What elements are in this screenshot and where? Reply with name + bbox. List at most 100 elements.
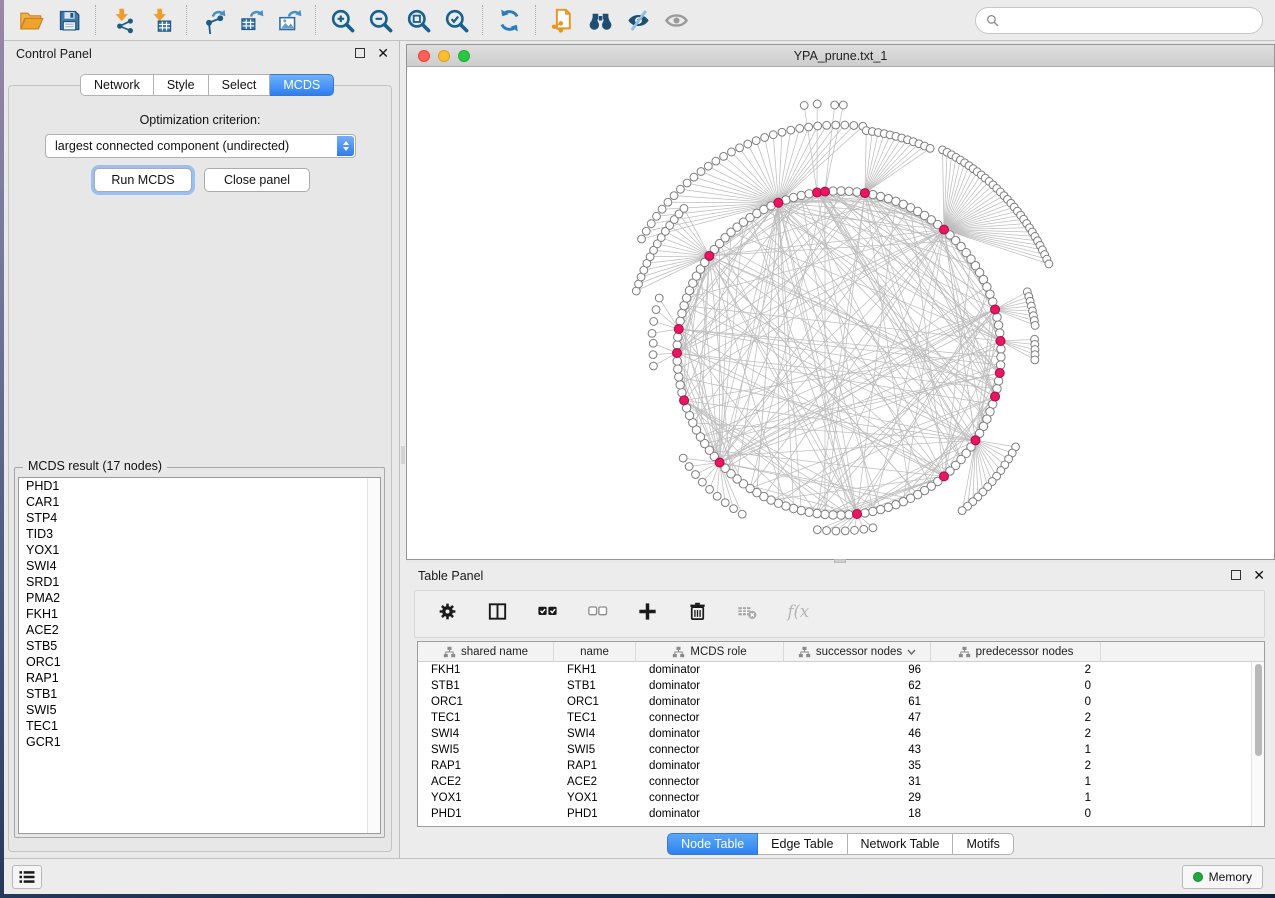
mcds-node-item[interactable]: PHD1 <box>19 478 380 494</box>
show-hidden-icon <box>663 7 690 34</box>
float-table-panel-icon[interactable] <box>1231 570 1241 580</box>
tab-edge-table[interactable]: Edge Table <box>758 833 847 855</box>
table-settings-button[interactable] <box>436 600 459 628</box>
table-scrollbar-thumb[interactable] <box>1255 664 1262 756</box>
table-row[interactable]: TEC1TEC1connector472 <box>418 710 1264 726</box>
network-graph[interactable] <box>407 67 1272 560</box>
mcds-node-item[interactable]: ORC1 <box>19 654 380 670</box>
tab-mcds[interactable]: MCDS <box>270 74 334 96</box>
delete-column-button[interactable] <box>686 600 709 628</box>
column-header-predecessor-nodes[interactable]: predecessor nodes <box>931 642 1101 662</box>
deselect-all-button[interactable] <box>586 600 609 628</box>
import-network-icon <box>109 7 136 34</box>
table-row[interactable]: RAP1RAP1dominator352 <box>418 758 1264 774</box>
search-box[interactable] <box>975 7 1263 34</box>
export-network-button[interactable] <box>194 3 232 37</box>
mcds-node-item[interactable]: CAR1 <box>19 494 380 510</box>
network-canvas[interactable] <box>407 67 1274 559</box>
float-panel-icon[interactable] <box>355 48 365 58</box>
table-cell: 1 <box>931 774 1101 790</box>
tab-network[interactable]: Network <box>80 74 154 96</box>
table-cell: SWI4 <box>418 726 554 742</box>
mcds-node-item[interactable]: YOX1 <box>19 542 380 558</box>
criterion-selected-value: largest connected component (undirected) <box>55 139 289 153</box>
zoom-in-button[interactable] <box>323 3 361 37</box>
mcds-node-item[interactable]: STB1 <box>19 686 380 702</box>
zoom-selected-button[interactable] <box>437 3 475 37</box>
share-document-button[interactable] <box>543 3 581 37</box>
show-hidden-button <box>657 3 695 37</box>
search-network-button[interactable] <box>581 3 619 37</box>
table-panel-header: Table Panel ✕ <box>406 563 1275 589</box>
mcds-node-item[interactable]: ACE2 <box>19 622 380 638</box>
table-cell: SWI4 <box>554 726 636 742</box>
mcds-node-item[interactable]: TEC1 <box>19 718 380 734</box>
table-cell: dominator <box>636 662 784 678</box>
save-session-button[interactable] <box>50 3 88 37</box>
table-cell: 0 <box>931 678 1101 694</box>
zoom-out-icon <box>367 7 394 34</box>
close-table-panel-icon[interactable]: ✕ <box>1253 569 1265 581</box>
table-row[interactable]: STB1STB1dominator620 <box>418 678 1264 694</box>
zoom-out-button[interactable] <box>361 3 399 37</box>
mcds-node-item[interactable]: TID3 <box>19 526 380 542</box>
mcds-node-item[interactable]: GCR1 <box>19 734 380 750</box>
tab-motifs[interactable]: Motifs <box>953 833 1013 855</box>
sort-desc-icon <box>907 649 916 655</box>
tab-node-table[interactable]: Node Table <box>667 833 758 855</box>
mcds-node-item[interactable]: FKH1 <box>19 606 380 622</box>
import-network-button[interactable] <box>103 3 141 37</box>
open-session-button[interactable] <box>12 3 50 37</box>
close-panel-icon[interactable]: ✕ <box>377 47 389 59</box>
table-cell: PHD1 <box>418 806 554 822</box>
deselect-all-icon <box>586 600 609 623</box>
mcds-node-item[interactable]: RAP1 <box>19 670 380 686</box>
table-cell: STB1 <box>418 678 554 694</box>
table-row[interactable]: ACE2ACE2connector311 <box>418 774 1264 790</box>
open-session-icon <box>18 7 45 34</box>
zoom-fit-button[interactable] <box>399 3 437 37</box>
export-image-button[interactable] <box>270 3 308 37</box>
task-history-button[interactable] <box>12 865 42 889</box>
import-table-button[interactable] <box>141 3 179 37</box>
node-table-header: shared namenameMCDS rolesuccessor nodesp… <box>418 642 1264 662</box>
criterion-select[interactable]: largest connected component (undirected) <box>45 134 356 158</box>
table-row[interactable]: FKH1FKH1dominator962 <box>418 662 1264 678</box>
mcds-node-item[interactable]: PMA2 <box>19 590 380 606</box>
table-cell: 47 <box>784 710 931 726</box>
mcds-result-list[interactable]: PHD1CAR1STP4TID3YOX1SWI4SRD1PMA2FKH1ACE2… <box>18 477 381 834</box>
column-header-successor-nodes[interactable]: successor nodes <box>784 642 931 662</box>
vertical-splitter[interactable] <box>401 446 405 464</box>
mcds-node-item[interactable]: SRD1 <box>19 574 380 590</box>
run-mcds-button[interactable]: Run MCDS <box>94 168 192 192</box>
search-input[interactable] <box>1005 14 1252 28</box>
table-row[interactable]: PHD1PHD1dominator180 <box>418 806 1264 822</box>
mcds-node-item[interactable]: SWI4 <box>19 558 380 574</box>
tab-network-table[interactable]: Network Table <box>848 833 954 855</box>
export-table-button[interactable] <box>232 3 270 37</box>
column-header-name[interactable]: name <box>554 642 636 662</box>
refresh-view-button[interactable] <box>490 3 528 37</box>
tab-style[interactable]: Style <box>154 74 209 96</box>
column-header-MCDS-role[interactable]: MCDS role <box>636 642 784 662</box>
mcds-node-item[interactable]: SWI5 <box>19 702 380 718</box>
table-cell: 61 <box>784 694 931 710</box>
export-table-icon <box>238 7 265 34</box>
table-row[interactable]: SWI5SWI5connector431 <box>418 742 1264 758</box>
mcds-node-item[interactable]: STB5 <box>19 638 380 654</box>
table-cell: 1 <box>931 742 1101 758</box>
table-row[interactable]: SWI4SWI4dominator462 <box>418 726 1264 742</box>
hide-panel-button[interactable] <box>619 3 657 37</box>
table-row[interactable]: YOX1YOX1connector291 <box>418 790 1264 806</box>
column-header-shared-name[interactable]: shared name <box>418 642 554 662</box>
tab-select[interactable]: Select <box>209 74 271 96</box>
split-view-button[interactable] <box>486 600 509 628</box>
mcds-node-item[interactable]: STP4 <box>19 510 380 526</box>
close-panel-button[interactable]: Close panel <box>204 168 310 192</box>
table-scrollbar[interactable] <box>1251 662 1264 826</box>
mcds-list-scrollbar[interactable] <box>367 478 380 833</box>
select-all-button[interactable] <box>536 600 559 628</box>
add-column-button[interactable] <box>636 600 659 628</box>
table-row[interactable]: ORC1ORC1dominator610 <box>418 694 1264 710</box>
memory-button[interactable]: Memory <box>1182 865 1263 889</box>
